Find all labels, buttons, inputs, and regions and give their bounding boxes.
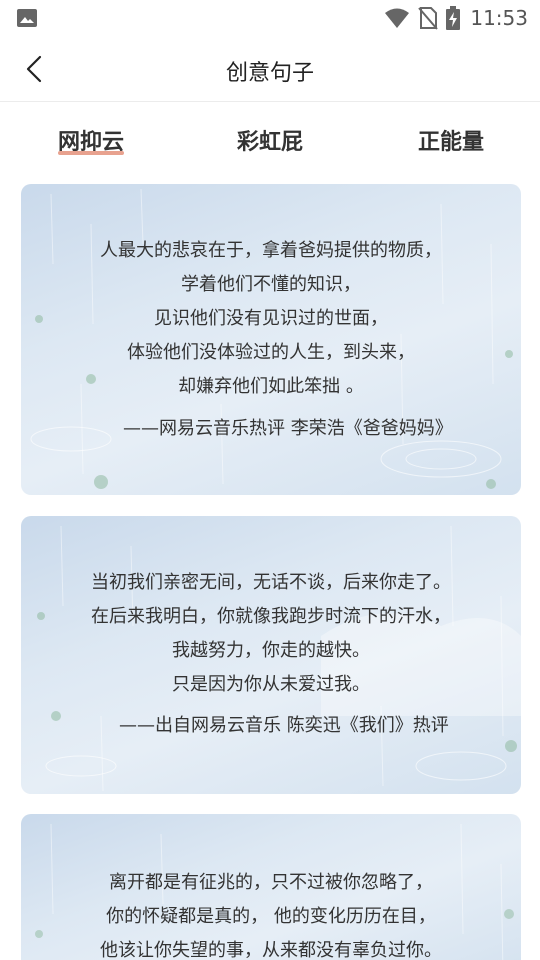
tab-caihongpi[interactable]: 彩虹屁 <box>237 124 303 156</box>
quote-line: 却嫌弃他们如此笨拙 。 <box>178 376 364 397</box>
quote-line: 你的怀疑都是真的， 他的变化历历在目， <box>106 906 436 927</box>
status-time: 11:53 <box>470 6 528 30</box>
quote-line: 当初我们亲密无间，无话不谈，后来你走了。 <box>91 572 451 593</box>
quote-text: 离开都是有征兆的，只不过被你忽略了， 你的怀疑都是真的， 他的变化历历在目， 他… <box>21 866 521 960</box>
quote-source: ——出自网易云音乐 陈奕迅《我们》热评 <box>119 715 449 736</box>
quote-line: 见识他们没有见识过的世面， <box>154 308 388 329</box>
quote-text: 当初我们亲密无间，无话不谈，后来你走了。 在后来我明白，你就像我跑步时流下的汗水… <box>21 566 521 702</box>
quote-card[interactable]: 离开都是有征兆的，只不过被你忽略了， 你的怀疑都是真的， 他的变化历历在目， 他… <box>21 814 521 960</box>
quote-line: 学着他们不懂的知识， <box>181 274 361 295</box>
category-tabs: 网抑云 彩虹屁 正能量 <box>0 102 540 174</box>
nav-bar: 创意句子 <box>0 36 540 102</box>
quote-line: 只是因为你从未爱过我。 <box>172 674 370 695</box>
quote-line: 我越努力，你走的越快。 <box>172 640 370 661</box>
quote-line: 他该让你失望的事，从来都没有辜负过你。 <box>100 940 442 960</box>
active-tab-indicator <box>58 151 124 155</box>
status-icons: 11:53 <box>384 4 528 32</box>
quote-text: 人最大的悲哀在于，拿着爸妈提供的物质， 学着他们不懂的知识， 见识他们没有见识过… <box>21 234 521 404</box>
battery-charging-icon <box>446 6 461 30</box>
wifi-icon <box>385 8 410 28</box>
quote-card[interactable]: 当初我们亲密无间，无话不谈，后来你走了。 在后来我明白，你就像我跑步时流下的汗水… <box>21 516 521 794</box>
quote-card[interactable]: 人最大的悲哀在于，拿着爸妈提供的物质， 学着他们不懂的知识， 见识他们没有见识过… <box>21 184 521 495</box>
page-title: 创意句子 <box>225 61 314 86</box>
image-icon <box>17 9 37 27</box>
quote-line: 人最大的悲哀在于，拿着爸妈提供的物质， <box>100 240 442 261</box>
quote-line: 体验他们没体验过的人生，到头来， <box>127 342 415 363</box>
no-sim-icon <box>418 7 439 30</box>
status-bar: 11:53 <box>0 0 540 36</box>
quote-line: 离开都是有征兆的，只不过被你忽略了， <box>109 872 433 893</box>
tab-zhengnengliang[interactable]: 正能量 <box>418 124 484 156</box>
quote-line: 在后来我明白，你就像我跑步时流下的汗水， <box>91 606 451 627</box>
quote-source: ——网易云音乐热评 李荣浩《爸爸妈妈》 <box>123 418 453 439</box>
